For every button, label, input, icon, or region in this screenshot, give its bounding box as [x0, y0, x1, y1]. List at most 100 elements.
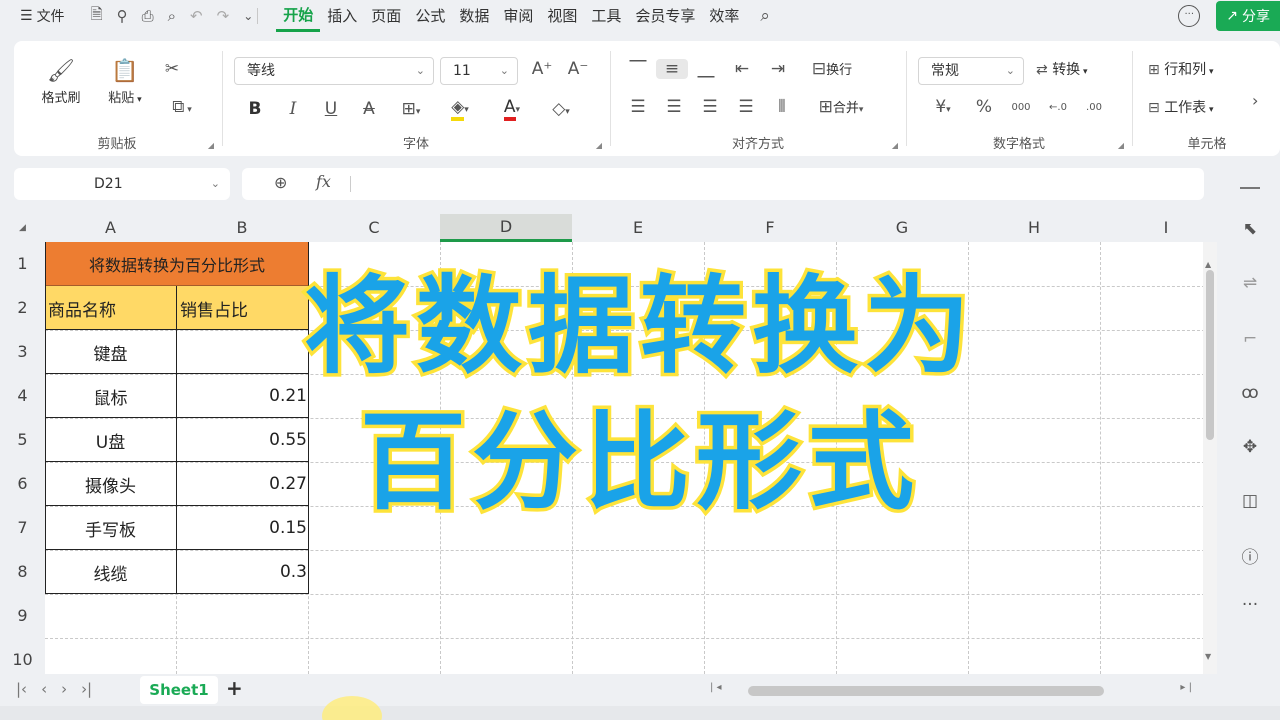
table-cell-name[interactable]: 线缆 [45, 550, 176, 594]
tab-view[interactable]: 视图 [540, 0, 584, 32]
tab-efficiency[interactable]: 效率 [702, 0, 746, 32]
redo-icon[interactable]: ↷ [217, 7, 230, 25]
border-icon[interactable]: ⊞▾ [388, 99, 434, 119]
table-cell-value[interactable]: 0.27 [177, 462, 309, 506]
percent-icon[interactable]: % [966, 97, 1002, 117]
tab-data[interactable]: 数据 [452, 0, 496, 32]
table-cell-value[interactable]: 0.21 [177, 374, 309, 418]
last-sheet-icon[interactable]: ›| [81, 680, 92, 698]
table-cell-name[interactable]: 鼠标 [45, 374, 176, 418]
italic-icon[interactable]: I [274, 99, 312, 119]
column-header-b[interactable]: B [176, 214, 308, 242]
tab-insert[interactable]: 插入 [320, 0, 364, 32]
strikethrough-icon[interactable]: A [350, 99, 388, 119]
wrap-text-button[interactable]: ⊟换行 [796, 59, 868, 79]
row-header-3[interactable]: 3 [0, 330, 45, 374]
share-link-icon[interactable]: ⚲ [117, 7, 128, 25]
row-header-6[interactable]: 6 [0, 462, 45, 506]
font-color-icon[interactable]: A▾ [486, 97, 538, 121]
save-icon[interactable]: 🗎 [91, 4, 103, 29]
increase-decimal-icon[interactable]: ←.0 [1040, 102, 1076, 113]
column-header-g[interactable]: G [836, 214, 968, 242]
spreadsheet-grid[interactable]: ◢ ABCDEFGHI 1 2 3 4 5 6 7 8 9 10 将数据转换为百分比形式 商品名称… [0, 214, 1215, 674]
column-header-i[interactable]: I [1100, 214, 1215, 242]
row-header-1[interactable]: 1 [0, 242, 45, 286]
scroll-up-icon[interactable]: ▲ [1205, 260, 1211, 269]
decrease-decimal-icon[interactable]: .00 [1076, 102, 1112, 113]
book-icon[interactable]: ◫ [1238, 491, 1262, 511]
clear-format-icon[interactable]: ◇▾ [538, 99, 584, 119]
select-cursor-icon[interactable]: ⬉ [1238, 219, 1262, 239]
tab-tools[interactable]: 工具 [584, 0, 628, 32]
cut-icon[interactable]: ✂ [160, 59, 184, 79]
font-size-select[interactable]: 11 ⌄ [440, 57, 518, 85]
table-cell-name[interactable]: 手写板 [45, 506, 176, 550]
increase-indent-icon[interactable]: ⇥ [760, 59, 796, 79]
horizontal-scrollbar[interactable]: | ◂ ▸ | [710, 682, 1200, 698]
scroll-left-icon[interactable]: | ◂ [710, 682, 722, 693]
sheet-tab-sheet1[interactable]: Sheet1 [140, 676, 218, 704]
comment-icon[interactable]: ··· [1178, 5, 1201, 27]
merge-button[interactable]: ⊞合并 ▾ [800, 97, 882, 117]
row-header-7[interactable]: 7 [0, 506, 45, 550]
name-box[interactable]: D21 ⌄ [14, 168, 230, 200]
align-bottom-icon[interactable]: ⎽ [688, 59, 724, 79]
table-cell-name[interactable]: U盘 [45, 418, 176, 462]
scroll-down-icon[interactable]: ▼ [1205, 652, 1211, 661]
column-header-d[interactable]: D [440, 214, 572, 242]
decrease-font-icon[interactable]: A⁻ [566, 59, 590, 79]
row-header-9[interactable]: 9 [0, 594, 45, 638]
dialog-launcher-icon[interactable]: ◢ [1118, 141, 1124, 150]
adjust-icon[interactable]: ⇌ [1238, 273, 1262, 293]
row-header-2[interactable]: 2 [0, 286, 45, 330]
tab-page[interactable]: 页面 [364, 0, 408, 32]
align-center-icon[interactable]: ☰ [656, 97, 692, 117]
row-header-5[interactable]: 5 [0, 418, 45, 462]
frame-icon[interactable]: ⌐ [1238, 329, 1262, 349]
column-header-a[interactable]: A [45, 214, 176, 242]
align-middle-icon[interactable]: ≡ [656, 59, 688, 79]
tab-member[interactable]: 会员专享 [628, 0, 702, 32]
scrollbar-thumb[interactable] [748, 686, 1104, 696]
search-icon[interactable]: ⌕ [760, 6, 770, 26]
share-button[interactable]: ↗ 分享 [1216, 1, 1280, 31]
rows-columns-button[interactable]: ⊞ 行和列 ▾ [1148, 59, 1214, 79]
worksheet-button[interactable]: ⊟ 工作表 ▾ [1148, 97, 1214, 117]
row-header-8[interactable]: 8 [0, 550, 45, 594]
add-sheet-button[interactable]: + [226, 676, 243, 700]
scroll-right-icon[interactable]: ▸ | [1180, 682, 1192, 693]
prev-sheet-icon[interactable]: ‹ [41, 680, 47, 698]
zoom-icon[interactable]: ⊕ [274, 173, 287, 192]
column-header-e[interactable]: E [572, 214, 704, 242]
table-cell-value[interactable]: 0.15 [177, 506, 309, 550]
font-name-select[interactable]: 等线 ⌄ [234, 57, 434, 85]
table-cell-value[interactable] [177, 330, 309, 374]
distributed-icon[interactable]: ⫴ [764, 97, 800, 117]
header-product-name[interactable]: 商品名称 [45, 286, 176, 330]
select-all-icon[interactable]: ◢ [0, 214, 45, 242]
scrollbar-thumb[interactable] [1206, 270, 1214, 440]
tab-review[interactable]: 审阅 [496, 0, 540, 32]
column-header-c[interactable]: C [308, 214, 440, 242]
number-format-select[interactable]: 常规 ⌄ [918, 57, 1024, 85]
align-left-icon[interactable]: ☰ [620, 97, 656, 117]
more-icon[interactable]: ··· [1238, 595, 1262, 615]
formula-bar[interactable]: ⊕ fx [242, 168, 1204, 200]
fill-color-icon[interactable]: ◈▾ [434, 97, 486, 121]
row-header-4[interactable]: 4 [0, 374, 45, 418]
vertical-scrollbar[interactable]: ▲ ▼ [1203, 242, 1217, 674]
justify-icon[interactable]: ☰ [728, 97, 764, 117]
align-top-icon[interactable]: ⎺ [620, 59, 656, 79]
copy-button[interactable]: ⧉ ▾ [160, 97, 204, 117]
header-sales-ratio[interactable]: 销售占比 [177, 286, 309, 330]
table-cell-value[interactable]: 0.3 [177, 550, 309, 594]
dialog-launcher-icon[interactable]: ◢ [208, 141, 214, 150]
currency-icon[interactable]: ¥▾ [920, 97, 966, 117]
underline-icon[interactable]: U [312, 99, 350, 119]
convert-button[interactable]: ⇄ 转换 ▾ [1036, 59, 1088, 79]
increase-font-icon[interactable]: A⁺ [530, 59, 554, 79]
bold-icon[interactable]: B [236, 99, 274, 119]
paste-button[interactable]: 📋 粘贴 ▾ [98, 57, 152, 106]
first-sheet-icon[interactable]: |‹ [16, 680, 27, 698]
row-header-10[interactable]: 10 [0, 638, 45, 674]
